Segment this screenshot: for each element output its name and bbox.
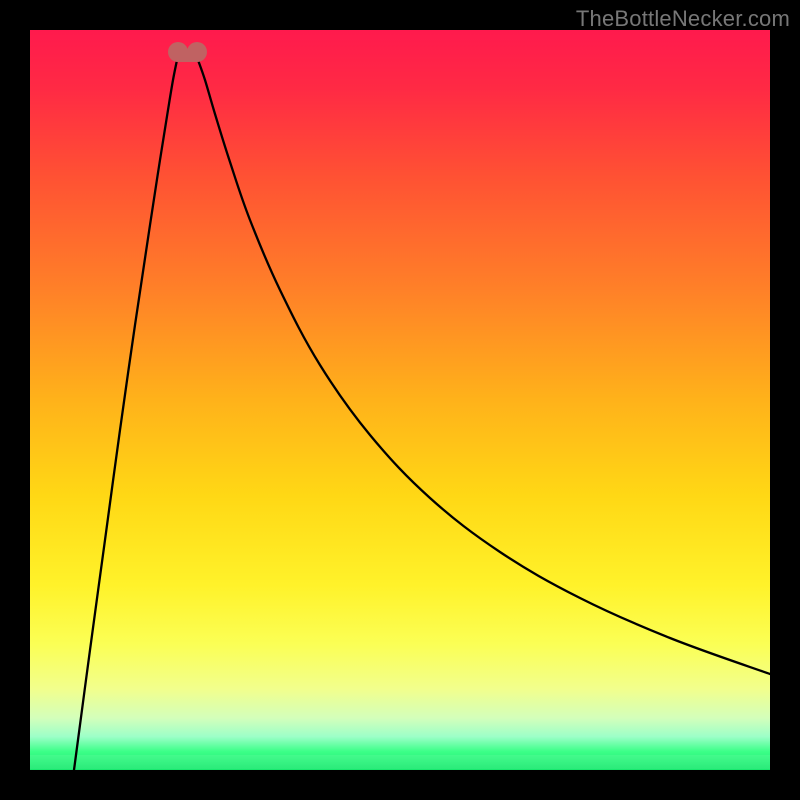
watermark-text: TheBottleNecker.com: [576, 6, 790, 32]
frame: TheBottleNecker.com: [0, 0, 800, 800]
plot-background: [30, 30, 770, 770]
chart-plot: [30, 30, 770, 770]
